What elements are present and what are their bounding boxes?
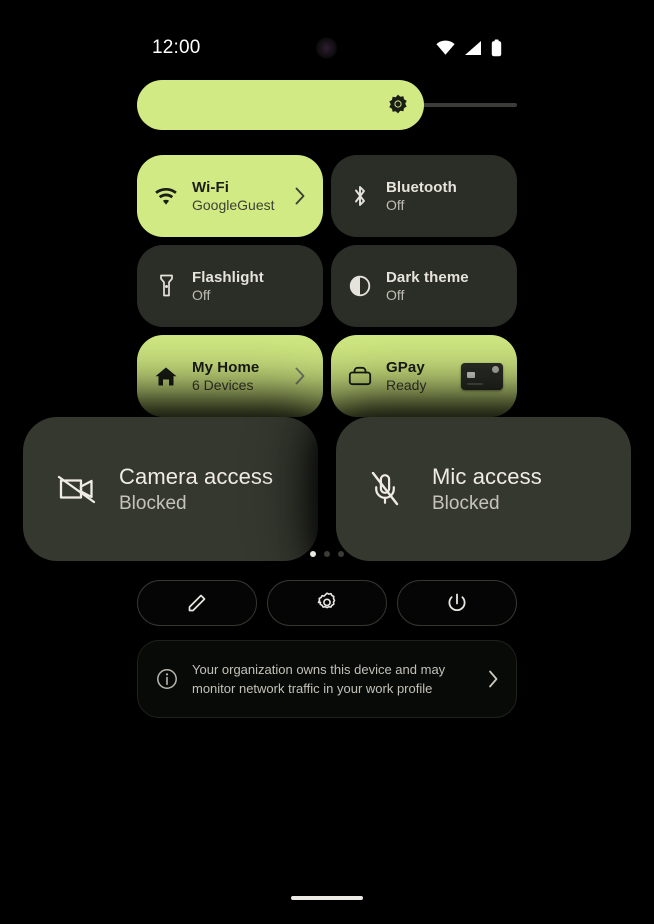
tile-bluetooth-text: Bluetooth Off — [373, 179, 503, 213]
cell-signal-icon — [464, 41, 482, 56]
settings-button[interactable] — [267, 580, 387, 626]
privacy-card-camera-text: Camera access Blocked — [97, 464, 273, 515]
chevron-right-icon[interactable] — [293, 186, 309, 206]
status-bar: 12:00 — [0, 28, 654, 68]
home-icon — [153, 366, 179, 387]
footer-button-row — [137, 580, 517, 626]
tile-subtitle: Off — [192, 287, 211, 303]
gesture-home-indicator[interactable] — [291, 896, 363, 900]
tile-gpay-text: GPay Ready — [373, 359, 461, 393]
info-icon — [156, 668, 178, 690]
brightness-slider[interactable] — [137, 80, 517, 130]
tile-flashlight[interactable]: Flashlight Off — [137, 245, 323, 327]
tile-title: Dark theme — [386, 269, 469, 286]
contrast-icon — [347, 275, 373, 297]
privacy-card-title: Camera access — [119, 463, 274, 489]
organization-notice-text: Your organization owns this device and m… — [178, 660, 486, 698]
privacy-card-mic-access[interactable]: Mic access Blocked — [336, 417, 631, 561]
tile-my-home[interactable]: My Home 6 Devices — [137, 335, 323, 417]
page-dot-3[interactable] — [338, 551, 344, 557]
wifi-icon — [436, 40, 455, 56]
tile-wifi[interactable]: Wi-Fi GoogleGuest — [137, 155, 323, 237]
privacy-card-camera-access[interactable]: Camera access Blocked — [23, 417, 318, 561]
page-dot-2[interactable] — [324, 551, 330, 557]
camera-off-icon — [57, 473, 97, 505]
organization-notice-banner[interactable]: Your organization owns this device and m… — [137, 640, 517, 718]
quick-settings-panel: 12:00 Wi-Fi GoogleGuest Bluetooth Off Fl… — [0, 0, 654, 924]
flashlight-icon — [153, 274, 179, 298]
contactless-icon — [492, 365, 499, 373]
organization-notice-line1: Your organization owns this device and m… — [192, 662, 446, 677]
tile-title: My Home — [192, 359, 260, 376]
payment-card-thumbnail-icon[interactable] — [461, 362, 503, 390]
page-indicator — [0, 551, 654, 557]
brightness-fill[interactable] — [137, 80, 424, 130]
tile-subtitle: GoogleGuest — [192, 197, 275, 213]
tile-subtitle: Off — [386, 287, 405, 303]
status-icons — [436, 39, 502, 57]
privacy-card-subtitle: Blocked — [119, 492, 187, 514]
front-camera-punch-hole-icon — [316, 37, 337, 59]
tile-title: Wi-Fi — [192, 179, 230, 196]
tile-subtitle: 6 Devices — [192, 377, 254, 393]
bluetooth-icon — [347, 184, 373, 208]
brightness-track[interactable] — [137, 80, 517, 130]
tile-wifi-text: Wi-Fi GoogleGuest — [179, 179, 293, 213]
wallet-icon — [347, 366, 373, 386]
tile-gpay[interactable]: GPay Ready — [331, 335, 517, 417]
quick-settings-tile-grid: Wi-Fi GoogleGuest Bluetooth Off Flashlig… — [137, 155, 517, 417]
chevron-right-icon[interactable] — [293, 366, 309, 386]
tile-title: GPay — [386, 359, 425, 376]
page-dot-1[interactable] — [310, 551, 316, 557]
tile-title: Bluetooth — [386, 179, 457, 196]
power-button[interactable] — [397, 580, 517, 626]
tile-subtitle: Ready — [386, 377, 427, 393]
edit-tiles-button[interactable] — [137, 580, 257, 626]
tile-dark-theme[interactable]: Dark theme Off — [331, 245, 517, 327]
tile-flashlight-text: Flashlight Off — [179, 269, 309, 303]
mic-off-icon — [370, 472, 410, 506]
card-detail-line — [467, 382, 483, 385]
card-chip-icon — [467, 371, 475, 378]
privacy-card-mic-text: Mic access Blocked — [410, 464, 542, 515]
tile-dark-theme-text: Dark theme Off — [373, 269, 503, 303]
privacy-card-title: Mic access — [432, 463, 542, 489]
gear-icon — [316, 592, 338, 614]
privacy-card-subtitle: Blocked — [432, 492, 500, 514]
tile-bluetooth[interactable]: Bluetooth Off — [331, 155, 517, 237]
pencil-icon — [186, 592, 208, 614]
organization-notice-line2: monitor network traffic in your work pro… — [192, 681, 433, 696]
tile-my-home-text: My Home 6 Devices — [179, 359, 293, 393]
status-clock: 12:00 — [152, 37, 201, 58]
tile-title: Flashlight — [192, 269, 264, 286]
battery-icon — [491, 39, 502, 57]
power-icon — [446, 592, 468, 614]
brightness-sun-icon — [386, 93, 410, 117]
tile-subtitle: Off — [386, 197, 405, 213]
wifi-icon — [153, 187, 179, 205]
chevron-right-icon[interactable] — [486, 668, 502, 690]
